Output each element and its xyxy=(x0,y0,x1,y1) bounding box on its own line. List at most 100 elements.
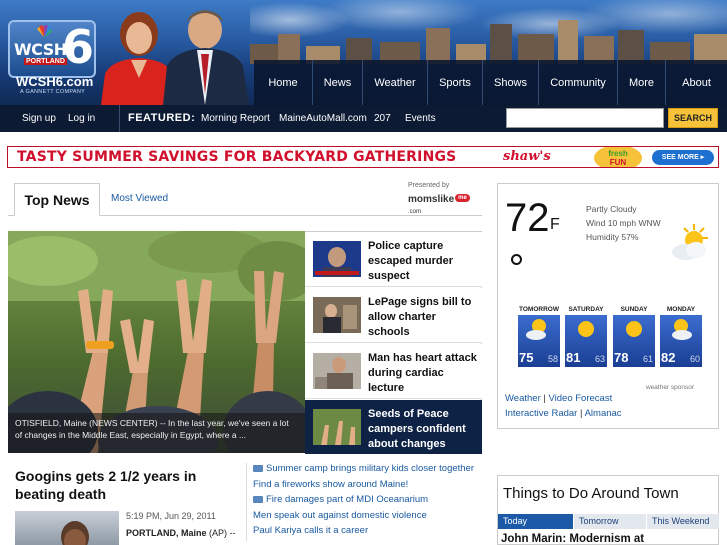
forecast-day-label: TOMORROW xyxy=(519,306,559,313)
news-link[interactable]: Summer camp brings military kids closer … xyxy=(253,463,482,479)
headline-text: Seeds of Peace campers confident about c… xyxy=(368,408,466,450)
weather-condition: Partly Cloudy xyxy=(586,204,637,214)
logo-channel-number: 6 xyxy=(62,20,95,74)
things-story-title[interactable]: John Marin: Modernism at xyxy=(501,533,644,545)
featured-link-automall[interactable]: MaineAutoMall.com xyxy=(279,105,367,132)
things-to-do-widget: Things to Do Around Town Today Tomorrow … xyxy=(497,475,719,545)
sponsor-bubble: me xyxy=(455,194,470,202)
forecast-day[interactable]: TOMORROW 75 58 xyxy=(518,306,560,367)
headline-text: LePage signs bill to allow charter schoo… xyxy=(368,296,472,338)
search-input[interactable] xyxy=(506,108,664,128)
nav-news[interactable]: News xyxy=(312,60,362,105)
tab-today[interactable]: Today xyxy=(498,514,573,529)
banner-fresh-bottom: FUN xyxy=(609,158,627,167)
tab-top-news[interactable]: Top News xyxy=(14,183,100,216)
main-story-time: 5:19 PM, Jun 29, 2011 xyxy=(126,511,216,521)
news-tabs: Top News Most Viewed Presented by momsli… xyxy=(8,182,482,216)
sunny-icon xyxy=(626,321,642,337)
degree-symbol-icon xyxy=(511,254,522,265)
sponsor-name: momslike xyxy=(408,194,455,205)
banner-headline: TASTY SUMMER SAVINGS FOR BACKYARD GATHER… xyxy=(17,149,457,165)
nav-about[interactable]: About xyxy=(665,60,727,105)
nav-more[interactable]: More xyxy=(617,60,665,105)
headline-text: Man has heart attack during cardiac lect… xyxy=(368,352,477,394)
main-story-headline[interactable]: Googins gets 2 1/2 years in beating deat… xyxy=(15,467,245,503)
forecast-icon-box: 75 58 xyxy=(518,315,560,367)
headline-thumbnail xyxy=(313,409,361,445)
presented-by-label: Presented by xyxy=(408,182,450,189)
forecast-day-label: SATURDAY xyxy=(568,306,604,313)
logo-badge: WCSH PORTLAND 6 xyxy=(8,20,96,78)
nav-weather[interactable]: Weather xyxy=(362,60,427,105)
forecast-icon-box: 82 60 xyxy=(660,315,702,367)
headline-item-lepage[interactable]: LePage signs bill to allow charter schoo… xyxy=(305,288,482,343)
weather-link[interactable]: Weather xyxy=(505,393,541,404)
featured-link-events[interactable]: Events xyxy=(405,105,436,132)
forecast-day[interactable]: MONDAY 82 60 xyxy=(660,306,702,367)
station-logo[interactable]: WCSH PORTLAND 6 WCSH6.com A GANNETT COMP… xyxy=(8,18,96,96)
headline-thumbnail xyxy=(313,297,361,333)
partly-cloudy-icon xyxy=(526,319,546,340)
main-story-location: PORTLAND, Maine xyxy=(126,528,207,538)
featured-news-caption: OTISFIELD, Maine (NEWS CENTER) -- In the… xyxy=(8,413,305,453)
headline-thumbnail xyxy=(313,241,361,277)
nav-sports[interactable]: Sports xyxy=(427,60,482,105)
news-anchors-image xyxy=(97,4,255,105)
tab-most-viewed[interactable]: Most Viewed xyxy=(111,193,168,204)
featured-link-207[interactable]: 207 xyxy=(374,105,391,132)
interactive-radar-link[interactable]: Interactive Radar xyxy=(505,408,577,419)
forecast-high: 75 xyxy=(519,350,534,365)
tab-tomorrow[interactable]: Tomorrow xyxy=(574,514,646,529)
news-link[interactable]: Fire damages part of MDI Oceanarium xyxy=(253,494,482,510)
logo-call-letters: WCSH xyxy=(14,40,67,59)
forecast-low: 58 xyxy=(547,354,558,364)
more-news-links: Summer camp brings military kids closer … xyxy=(246,463,482,541)
banner-see-more-button[interactable]: SEE MORE ▸ xyxy=(652,150,714,165)
banner-ad[interactable]: TASTY SUMMER SAVINGS FOR BACKYARD GATHER… xyxy=(7,146,719,168)
headline-item-police[interactable]: Police capture escaped murder suspect xyxy=(305,232,482,287)
headline-item-seeds-of-peace[interactable]: Seeds of Peace campers confident about c… xyxy=(305,400,482,454)
logo-tagline: A GANNETT COMPANY xyxy=(20,89,86,95)
headline-text: Police capture escaped murder suspect xyxy=(368,240,453,282)
news-link[interactable]: Find a fireworks show around Maine! xyxy=(253,479,482,495)
headline-item-heart-attack[interactable]: Man has heart attack during cardiac lect… xyxy=(305,344,482,399)
partly-cloudy-icon xyxy=(672,319,692,340)
current-temperature: 72 xyxy=(505,196,550,240)
main-story-photo[interactable] xyxy=(15,511,119,545)
video-camera-icon xyxy=(253,495,263,503)
main-story-byline: (AP) -- xyxy=(209,528,236,538)
tab-this-weekend[interactable]: This Weekend xyxy=(647,514,719,529)
search-button[interactable]: SEARCH xyxy=(668,108,718,128)
nav-community[interactable]: Community xyxy=(538,60,617,105)
sponsor-logo[interactable]: momslike me .com xyxy=(408,194,474,215)
news-link[interactable]: Paul Kariya calls it a career xyxy=(253,525,482,541)
signup-link[interactable]: Sign up xyxy=(22,105,56,132)
featured-link-morning-report[interactable]: Morning Report xyxy=(201,105,270,132)
nav-shows[interactable]: Shows xyxy=(482,60,538,105)
forecast-day[interactable]: SUNDAY 78 61 xyxy=(613,306,655,367)
weather-sponsor-label: weather sponsor xyxy=(646,384,695,391)
forecast-low: 63 xyxy=(594,354,605,364)
weather-widget: 72 F Partly Cloudy Wind 10 mph WNW Humid… xyxy=(497,183,719,429)
forecast-icon-box: 78 61 xyxy=(613,315,655,367)
forecast-day-label: SUNDAY xyxy=(620,306,648,313)
logo-site-name: WCSH6.com xyxy=(16,74,94,89)
banner-fresh-top: fresh xyxy=(608,149,628,158)
news-link-text: Fire damages part of MDI Oceanarium xyxy=(266,494,429,505)
news-link-text: Find a fireworks show around Maine! xyxy=(253,478,409,490)
main-nav: Home News Weather Sports Shows Community… xyxy=(254,60,727,105)
featured-label: FEATURED: xyxy=(119,105,195,132)
forecast-day[interactable]: SATURDAY 81 63 xyxy=(565,306,607,367)
featured-news-photo[interactable]: OTISFIELD, Maine (NEWS CENTER) -- In the… xyxy=(8,231,305,453)
sunny-icon xyxy=(578,321,594,337)
nav-home[interactable]: Home xyxy=(254,60,312,105)
news-link-text: Summer camp brings military kids closer … xyxy=(266,463,475,474)
logo-city: PORTLAND xyxy=(24,58,67,65)
almanac-link[interactable]: Almanac xyxy=(585,408,622,419)
login-link[interactable]: Log in xyxy=(68,105,95,132)
weather-links: Weather | Video Forecast Interactive Rad… xyxy=(505,393,622,419)
news-link-text: Paul Kariya calls it a career xyxy=(253,525,369,536)
video-forecast-link[interactable]: Video Forecast xyxy=(548,393,612,404)
forecast-high: 82 xyxy=(661,350,676,365)
news-link[interactable]: Men speak out against domestic violence xyxy=(253,510,482,526)
